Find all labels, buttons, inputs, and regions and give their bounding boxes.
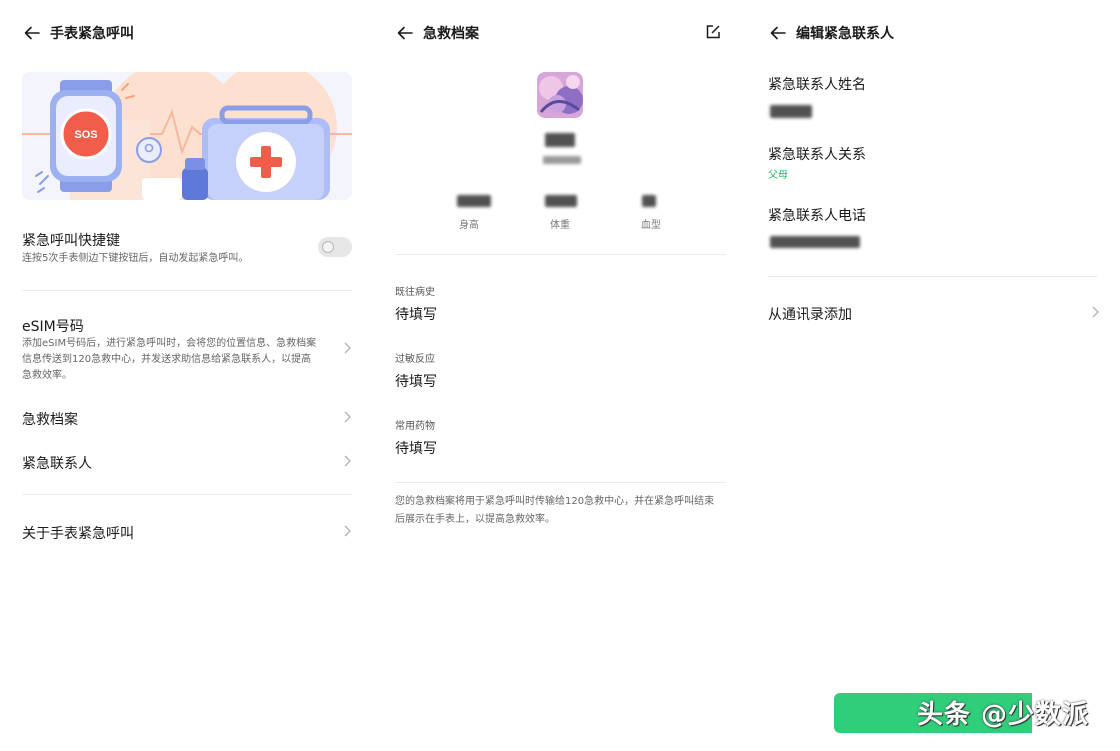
contact-relation-label: 紧急联系人关系 [768, 147, 866, 163]
edit-emergency-contact-panel: 编辑紧急联系人 紧急联系人姓名 紧急联系人关系 父母 紧急联系人电话 从通讯录添… [746, 0, 1120, 751]
divider [395, 482, 726, 483]
redacted-name [545, 133, 575, 147]
divider [768, 276, 1098, 277]
redacted-contact-phone [770, 236, 860, 248]
redacted-contact-name [770, 105, 812, 118]
weight-label: 体重 [550, 220, 570, 231]
divider [395, 254, 726, 255]
toggle-knob [322, 241, 334, 253]
redacted-blood-type-value [642, 195, 656, 207]
redacted-weight-value [545, 195, 577, 207]
header: 手表紧急呼叫 [22, 22, 351, 44]
divider [22, 494, 352, 495]
divider [22, 290, 352, 291]
shortcut-desc: 连按5次手表侧边下键按钮后，自动发起紧急呼叫。 [22, 253, 249, 264]
avatar[interactable] [537, 72, 583, 118]
emergency-contacts-title: 紧急联系人 [22, 456, 92, 472]
contact-phone-label: 紧急联系人电话 [768, 208, 866, 224]
edit-icon[interactable] [704, 23, 724, 43]
back-arrow-icon[interactable] [768, 23, 788, 43]
watch-emergency-call-panel: 手表紧急呼叫 SOS 紧急呼叫快捷键 连按5次手表侧边下键按钮后，自动发起紧急呼… [0, 0, 373, 751]
page-title: 编辑紧急联系人 [796, 26, 894, 42]
chevron-right-icon [344, 525, 351, 537]
medical-history-label: 既往病史 [395, 287, 435, 298]
chevron-right-icon [344, 455, 351, 467]
sos-text: SOS [74, 129, 97, 141]
chevron-right-icon [344, 411, 351, 423]
medical-history-value: 待填写 [395, 307, 437, 323]
redacted-height-value [457, 195, 491, 207]
page-title: 手表紧急呼叫 [50, 26, 134, 42]
medical-record-note: 您的急救档案将用于紧急呼叫时传输给120急救中心，并在紧急呼叫结束 后展示在手表… [395, 493, 730, 529]
esim-desc-line-3: 急救效率。 [22, 370, 72, 381]
medical-record-panel: 急救档案 身高 体重 血型 既往病史 待填写 过敏反应 待填写 常用药物 待填写 [373, 0, 746, 751]
medication-value: 待填写 [395, 441, 437, 457]
chevron-right-icon [344, 342, 351, 354]
esim-title: eSIM号码 [22, 319, 84, 335]
esim-desc-line-1: 添加eSIM号码后，进行紧急呼叫时，会将您的位置信息、急救档案 [22, 338, 317, 349]
add-from-contacts-label: 从通讯录添加 [768, 307, 852, 323]
blood-type-label: 血型 [641, 220, 661, 231]
height-label: 身高 [459, 220, 479, 231]
contact-name-label: 紧急联系人姓名 [768, 77, 866, 93]
redacted-subtext [543, 156, 581, 164]
shortcut-title: 紧急呼叫快捷键 [22, 233, 120, 249]
note-line-1: 您的急救档案将用于紧急呼叫时传输给120急救中心，并在紧急呼叫结束 [395, 496, 715, 507]
medical-record-title: 急救档案 [22, 412, 78, 428]
contact-relation-value: 父母 [768, 170, 788, 181]
note-line-2: 后展示在手表上，以提高急救效率。 [395, 514, 555, 525]
chevron-right-icon [1092, 306, 1099, 318]
header: 编辑紧急联系人 [768, 22, 1098, 44]
back-arrow-icon[interactable] [395, 23, 415, 43]
medication-label: 常用药物 [395, 421, 435, 432]
back-arrow-icon[interactable] [22, 23, 42, 43]
about-title: 关于手表紧急呼叫 [22, 526, 134, 542]
watermark-text: 头条 @少数派 [917, 700, 1090, 730]
emergency-banner-illustration: SOS [22, 72, 352, 200]
header: 急救档案 [395, 22, 724, 44]
esim-desc-line-2: 信息传送到120急救中心，并发送求助信息给紧急联系人，以提高 [22, 354, 312, 365]
allergy-label: 过敏反应 [395, 354, 435, 365]
shortcut-toggle[interactable] [318, 237, 352, 257]
allergy-value: 待填写 [395, 374, 437, 390]
page-title: 急救档案 [423, 26, 479, 42]
